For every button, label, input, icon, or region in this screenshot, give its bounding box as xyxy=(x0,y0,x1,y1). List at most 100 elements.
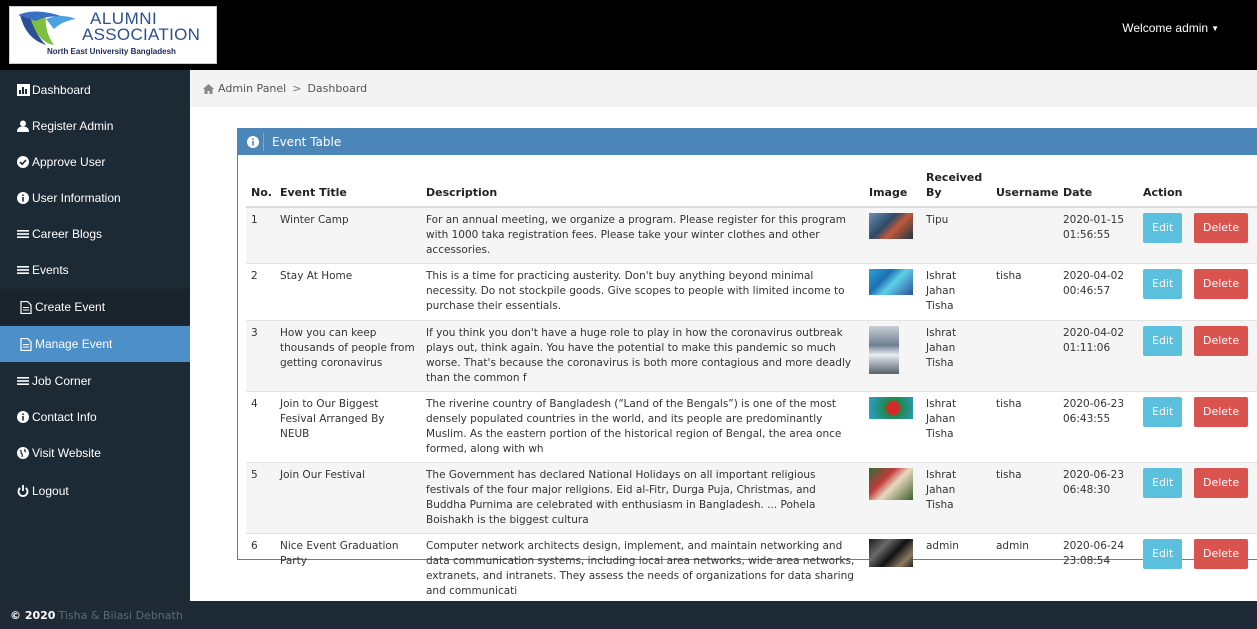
cell-description: For an annual meeting, we organize a pro… xyxy=(421,206,864,264)
cell-title: Stay At Home xyxy=(275,263,421,321)
cell-delete: Delete xyxy=(1189,320,1257,392)
cell-date: 2020-06-23 06:48:30 xyxy=(1058,462,1138,534)
col-header-title: Event Title xyxy=(275,163,421,208)
cell-received-by: Ishrat Jahan Tisha xyxy=(921,320,991,392)
edit-button[interactable]: Edit xyxy=(1143,539,1183,569)
cell-username: tisha xyxy=(991,391,1058,463)
cell-date: 2020-01-15 01:56:55 xyxy=(1058,206,1138,264)
cell-received-by: Tipu xyxy=(921,206,991,264)
event-table-panel: Event Table No. Event Title Description … xyxy=(237,128,1257,604)
col-header-username: Username xyxy=(991,163,1059,208)
event-thumbnail xyxy=(869,269,913,295)
cell-description: Computer network architects design, impl… xyxy=(421,533,864,604)
table-header-row: No. Event Title Description Image Receiv… xyxy=(246,163,1257,208)
cell-description: This is a time for practicing austerity.… xyxy=(421,263,864,321)
cell-image xyxy=(864,320,921,392)
breadcrumb-home[interactable]: Admin Panel xyxy=(218,82,286,95)
sidebar-item-career-blogs[interactable]: Career Blogs xyxy=(0,216,190,252)
col-header-received-by: Received By xyxy=(921,163,991,208)
user-menu-toggle[interactable]: Welcome admin ▼ xyxy=(1122,21,1219,35)
cell-no: 6 xyxy=(246,533,275,604)
sidebar-item-contact-info[interactable]: Contact Info xyxy=(0,399,190,435)
cell-image xyxy=(864,462,921,534)
cell-no: 5 xyxy=(246,462,275,534)
cell-image xyxy=(864,533,921,604)
edit-button[interactable]: Edit xyxy=(1143,468,1183,498)
footer-copyright: © 2020 xyxy=(10,608,56,622)
table-row: 5 Join Our Festival The Government has d… xyxy=(246,462,1257,534)
footer: © 2020 Tisha & Bilasi Debnath xyxy=(0,601,1257,629)
edit-button[interactable]: Edit xyxy=(1143,269,1183,299)
sidebar-item-events[interactable]: Events xyxy=(0,252,190,288)
welcome-text: Welcome admin xyxy=(1122,21,1209,35)
sidebar-item-manage-event[interactable]: Manage Event xyxy=(0,326,190,362)
cell-image xyxy=(864,206,921,264)
sidebar: Dashboard Register Admin Approve User Us… xyxy=(0,70,190,601)
sidebar-item-create-event[interactable]: Create Event xyxy=(0,289,190,325)
delete-button[interactable]: Delete xyxy=(1194,468,1249,498)
cell-edit: Edit xyxy=(1138,462,1189,534)
info-circle-icon xyxy=(17,411,30,423)
cell-delete: Delete xyxy=(1189,533,1257,604)
sidebar-item-register-admin[interactable]: Register Admin xyxy=(0,108,190,144)
cell-delete: Delete xyxy=(1189,263,1257,321)
sidebar-item-user-information[interactable]: User Information xyxy=(0,180,190,216)
power-icon xyxy=(17,485,30,497)
delete-button[interactable]: Delete xyxy=(1194,213,1249,243)
cell-title: Winter Camp xyxy=(275,206,421,264)
site-logo[interactable]: ALUMNI ASSOCIATION North East University… xyxy=(9,6,217,64)
sidebar-item-label: Contact Info xyxy=(32,410,97,424)
cell-received-by: Ishrat Jahan Tisha xyxy=(921,263,991,321)
sidebar-item-approve-user[interactable]: Approve User xyxy=(0,144,190,180)
cell-delete: Delete xyxy=(1189,391,1257,463)
col-header-no: No. xyxy=(246,163,275,208)
cell-no: 2 xyxy=(246,263,275,321)
cell-image xyxy=(864,263,921,321)
cell-edit: Edit xyxy=(1138,263,1189,321)
info-circle-icon xyxy=(242,133,264,151)
delete-button[interactable]: Delete xyxy=(1194,539,1249,569)
delete-button[interactable]: Delete xyxy=(1194,397,1249,427)
event-thumbnail xyxy=(869,468,913,500)
bar-chart-icon xyxy=(17,84,30,96)
cell-received-by: admin xyxy=(921,533,991,604)
sidebar-item-label: User Information xyxy=(32,191,121,205)
footer-authors[interactable]: Tisha & Bilasi Debnath xyxy=(58,609,182,622)
event-thumbnail xyxy=(869,326,899,374)
sidebar-item-label: Create Event xyxy=(35,300,106,314)
cell-edit: Edit xyxy=(1138,533,1189,604)
sidebar-item-logout[interactable]: Logout xyxy=(0,473,190,509)
cell-username: tisha xyxy=(991,263,1058,321)
cell-received-by: Ishrat Jahan Tisha xyxy=(921,462,991,534)
col-header-description: Description xyxy=(421,163,864,208)
delete-button[interactable]: Delete xyxy=(1194,269,1249,299)
table-row: 4 Join to Our Biggest Fesival Arranged B… xyxy=(246,391,1257,463)
sidebar-item-job-corner[interactable]: Job Corner xyxy=(0,363,190,399)
cell-image xyxy=(864,391,921,463)
bars-icon xyxy=(17,228,30,240)
table-row: 6 Nice Event Graduation Party Computer n… xyxy=(246,533,1257,604)
top-bar: ALUMNI ASSOCIATION North East University… xyxy=(0,0,1257,70)
col-header-image: Image xyxy=(864,163,921,208)
edit-button[interactable]: Edit xyxy=(1143,326,1183,356)
cell-username: admin xyxy=(991,533,1058,604)
edit-button[interactable]: Edit xyxy=(1143,397,1183,427)
cell-received-by: Ishrat Jahan Tisha xyxy=(921,391,991,463)
cell-username: tisha xyxy=(991,462,1058,534)
sidebar-item-visit-website[interactable]: Visit Website xyxy=(0,435,190,471)
sidebar-item-label: Approve User xyxy=(32,155,106,169)
globe-icon xyxy=(17,447,30,459)
sidebar-item-label: Events xyxy=(32,263,69,277)
event-thumbnail xyxy=(869,213,913,239)
sidebar-item-label: Visit Website xyxy=(32,446,101,460)
sidebar-item-label: Register Admin xyxy=(32,119,114,133)
cell-no: 1 xyxy=(246,206,275,264)
cell-title: How you can keep thousands of people fro… xyxy=(275,320,421,392)
cell-title: Join to Our Biggest Fesival Arranged By … xyxy=(275,391,421,463)
delete-button[interactable]: Delete xyxy=(1194,326,1249,356)
sidebar-item-dashboard[interactable]: Dashboard xyxy=(0,72,190,108)
sidebar-item-label: Job Corner xyxy=(32,374,92,388)
cell-description: If you think you don't have a huge role … xyxy=(421,320,864,392)
col-header-action-2 xyxy=(1189,163,1257,208)
edit-button[interactable]: Edit xyxy=(1143,213,1183,243)
